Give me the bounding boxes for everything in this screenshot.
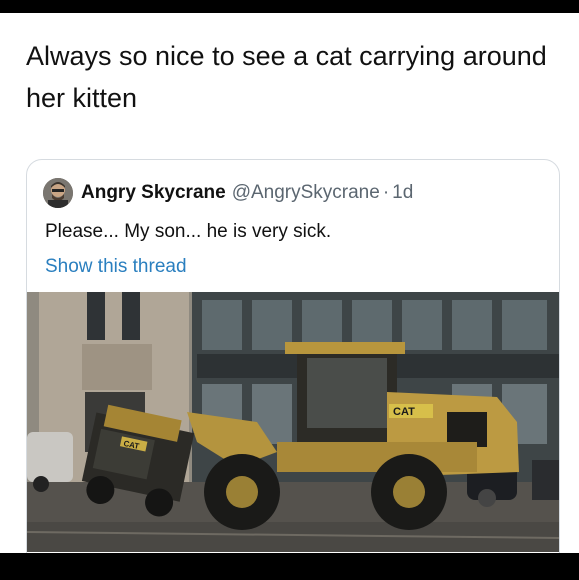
post-caption: Always so nice to see a cat carrying aro… [26, 41, 547, 113]
cat-badge-large: CAT [393, 406, 415, 418]
show-thread-link[interactable]: Show this thread [45, 256, 187, 278]
user-handle[interactable]: @AngrySkycrane [232, 182, 380, 204]
timestamp[interactable]: 1d [392, 182, 413, 204]
display-name[interactable]: Angry Skycrane [81, 182, 226, 204]
user-avatar-icon[interactable] [43, 178, 73, 208]
quoted-tweet[interactable]: Angry Skycrane @AngrySkycrane · 1d Pleas… [26, 159, 560, 553]
meme-card: Always so nice to see a cat carrying aro… [0, 13, 579, 553]
tweet-text: Please... My son... he is very sick. [45, 221, 332, 242]
tweet-header: Angry Skycrane @AngrySkycrane · 1d [43, 178, 413, 208]
tweet-photo[interactable]: CAT CAT [27, 292, 559, 552]
separator-dot: · [382, 182, 390, 203]
parked-van [27, 432, 73, 482]
